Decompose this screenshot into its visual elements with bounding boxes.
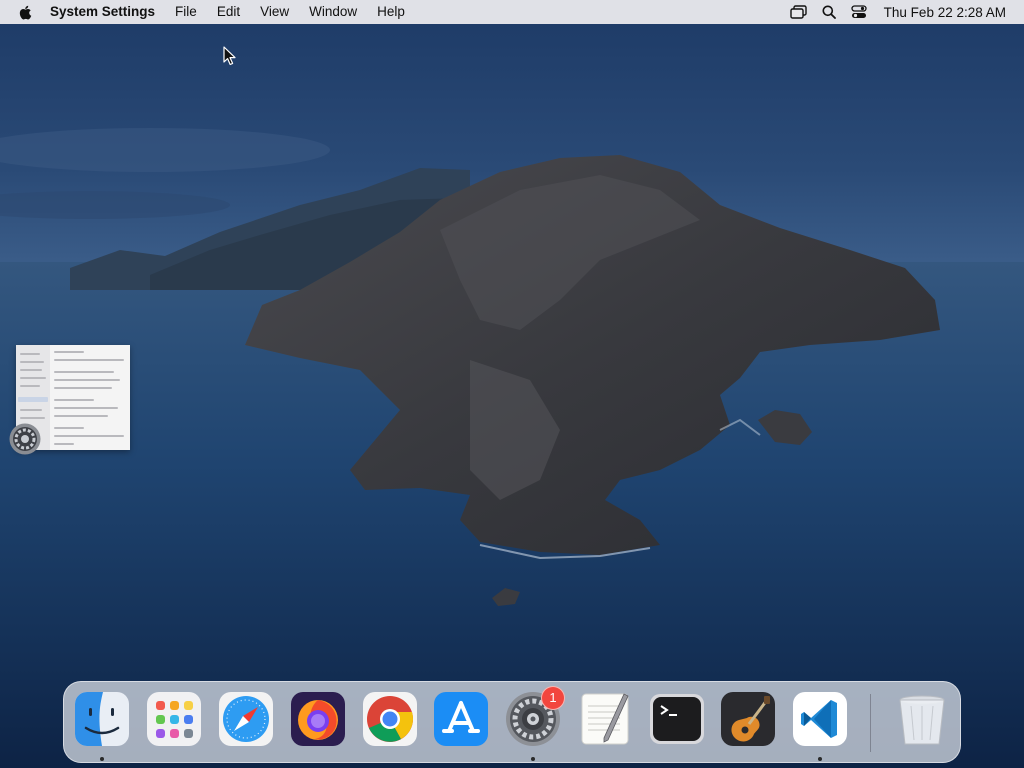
running-indicator xyxy=(818,757,822,761)
menu-app-name[interactable]: System Settings xyxy=(34,0,165,24)
preview-line xyxy=(54,387,112,389)
preview-line xyxy=(54,427,84,429)
preview-line xyxy=(20,377,46,379)
preview-line xyxy=(20,369,42,371)
wallpaper-island xyxy=(0,128,1024,768)
preview-line xyxy=(20,385,40,387)
preview-line xyxy=(54,443,74,445)
menu-bar-right: Thu Feb 22 2:28 AM xyxy=(784,0,1014,24)
menu-bar: System Settings File Edit View Window He… xyxy=(0,0,1024,24)
vscode-icon xyxy=(793,692,847,746)
finder-icon xyxy=(75,692,129,746)
preview-line xyxy=(54,371,114,373)
firefox-icon xyxy=(291,692,345,746)
preview-line xyxy=(20,353,40,355)
dock-item-safari[interactable] xyxy=(217,690,275,748)
dock-item-launchpad[interactable] xyxy=(145,690,203,748)
notification-badge: 1 xyxy=(541,686,565,710)
dock-item-textedit[interactable] xyxy=(576,690,634,748)
textedit-icon xyxy=(581,693,629,745)
preview-line xyxy=(54,399,94,401)
system-settings-icon xyxy=(9,423,41,455)
apple-logo-icon[interactable] xyxy=(18,0,34,24)
menu-window[interactable]: Window xyxy=(299,0,367,24)
dock: 1 xyxy=(63,681,961,763)
dock-item-terminal[interactable] xyxy=(648,690,706,748)
dock-item-vscode[interactable] xyxy=(791,690,849,748)
menu-view[interactable]: View xyxy=(250,0,299,24)
preview-selected-item xyxy=(18,397,48,402)
preview-line xyxy=(20,417,45,419)
menu-bar-clock[interactable]: Thu Feb 22 2:28 AM xyxy=(874,5,1014,20)
menu-help[interactable]: Help xyxy=(367,0,415,24)
preview-line xyxy=(54,435,124,437)
dock-item-garageband[interactable] xyxy=(719,690,777,748)
terminal-icon xyxy=(650,694,704,744)
mouse-pointer-icon xyxy=(223,46,236,66)
dock-item-app-store[interactable] xyxy=(432,690,490,748)
launchpad-icon xyxy=(147,692,201,746)
menu-edit[interactable]: Edit xyxy=(207,0,250,24)
spotlight-search-icon[interactable] xyxy=(814,0,844,24)
dock-item-firefox[interactable] xyxy=(289,690,347,748)
control-center-icon[interactable] xyxy=(844,0,874,24)
running-indicator xyxy=(100,757,104,761)
running-indicator xyxy=(531,757,535,761)
garageband-icon xyxy=(721,692,775,746)
trash-icon xyxy=(899,695,945,745)
app-store-icon xyxy=(434,692,488,746)
preview-line xyxy=(54,415,108,417)
preview-line xyxy=(54,407,118,409)
desktop xyxy=(0,0,1024,768)
preview-line xyxy=(54,351,84,353)
safari-icon xyxy=(219,692,273,746)
dock-item-finder[interactable] xyxy=(73,690,131,748)
chrome-icon xyxy=(363,692,417,746)
preview-line xyxy=(20,361,44,363)
dock-item-chrome[interactable] xyxy=(361,690,419,748)
preview-line xyxy=(54,379,120,381)
menu-file[interactable]: File xyxy=(165,0,207,24)
menu-bar-left: System Settings File Edit View Window He… xyxy=(18,0,415,24)
dock-separator xyxy=(870,694,871,752)
dock-item-trash[interactable] xyxy=(893,690,951,748)
preview-line xyxy=(20,409,42,411)
preview-line xyxy=(54,359,124,361)
screen-mirroring-icon[interactable] xyxy=(784,0,814,24)
